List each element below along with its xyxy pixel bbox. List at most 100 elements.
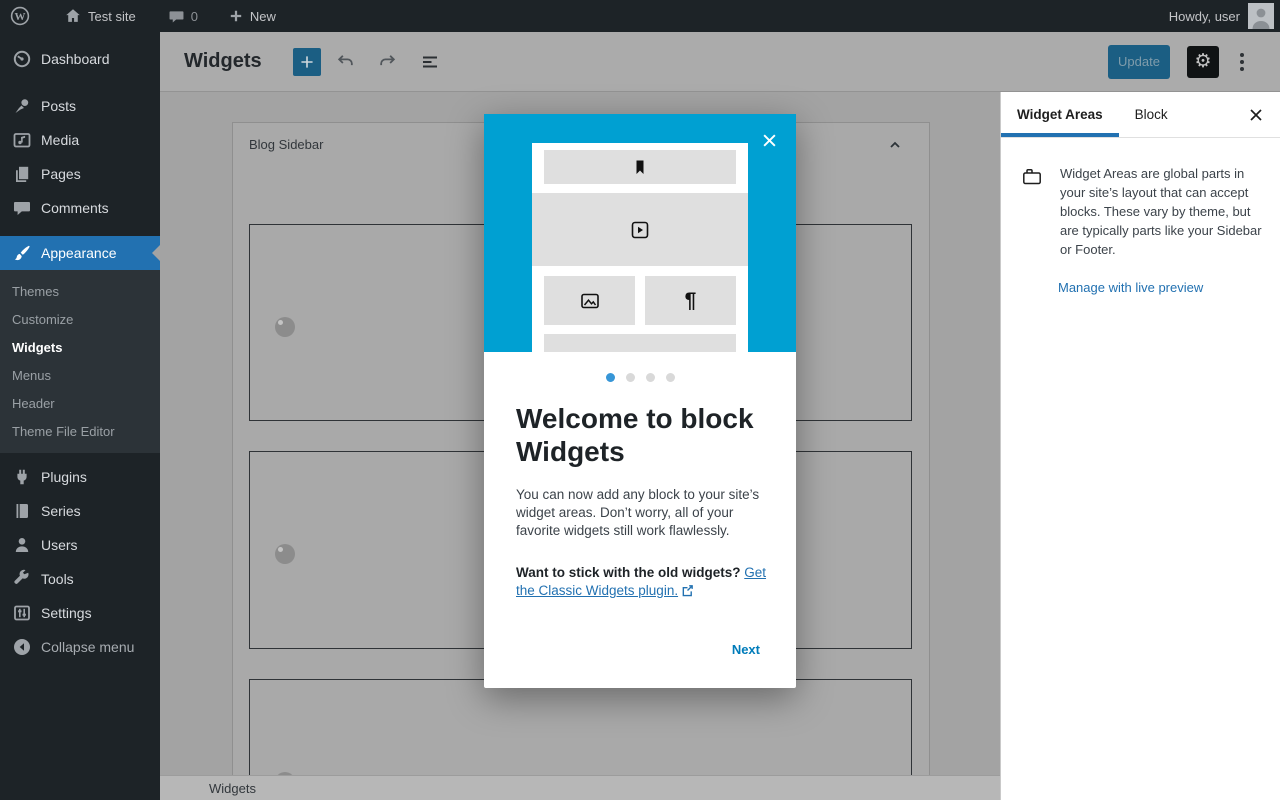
- page-control-dots: [484, 373, 796, 382]
- submenu-item-menus[interactable]: Menus: [0, 361, 160, 389]
- sidebar-item-label: Comments: [41, 200, 109, 216]
- sidebar-item-series[interactable]: Series: [0, 494, 160, 528]
- new-menu[interactable]: New: [218, 0, 286, 32]
- image-icon: [579, 290, 601, 312]
- page-title: Widgets: [184, 50, 262, 73]
- sidebar-item-label: Dashboard: [41, 51, 110, 67]
- submenu-item-theme-file-editor[interactable]: Theme File Editor: [0, 417, 160, 445]
- modal-question-text: Want to stick with the old widgets?: [516, 565, 741, 580]
- sidebar-item-label: Media: [41, 132, 79, 148]
- collapse-icon: [12, 637, 32, 657]
- admin-sidebar: Dashboard Posts Media Pages Comments App…: [0, 32, 160, 800]
- undo-button[interactable]: [329, 45, 363, 79]
- comments-count: 0: [191, 9, 198, 24]
- page-dot-1[interactable]: [606, 373, 615, 382]
- submenu-item-customize[interactable]: Customize: [0, 305, 160, 333]
- tab-block[interactable]: Block: [1119, 92, 1184, 137]
- sidebar-item-tools[interactable]: Tools: [0, 562, 160, 596]
- sidebar-item-appearance[interactable]: Appearance: [0, 236, 160, 270]
- sidebar-item-media[interactable]: Media: [0, 123, 160, 157]
- external-link-icon: [681, 584, 694, 602]
- wordpress-logo-menu[interactable]: W: [0, 0, 40, 32]
- sidebar-item-plugins[interactable]: Plugins: [0, 460, 160, 494]
- widget-area-icon: [1021, 166, 1043, 188]
- submenu-item-themes[interactable]: Themes: [0, 277, 160, 305]
- modal-question: Want to stick with the old widgets? Get …: [516, 564, 768, 602]
- undo-icon: [336, 52, 355, 71]
- loading-spinner: [275, 544, 295, 564]
- manage-live-preview-link[interactable]: Manage with live preview: [1058, 280, 1203, 295]
- redo-button[interactable]: [371, 45, 405, 79]
- site-link[interactable]: Test site: [54, 0, 146, 32]
- list-view-icon: [420, 52, 440, 72]
- sidebar-item-dashboard[interactable]: Dashboard: [0, 42, 160, 76]
- admin-bar: W Test site 0 New Howdy, user: [0, 0, 1280, 32]
- gear-icon: ⚙: [1194, 52, 1211, 71]
- media-icon: [12, 130, 32, 150]
- sidebar-item-comments[interactable]: Comments: [0, 191, 160, 225]
- sidebar-item-label: Posts: [41, 98, 76, 114]
- howdy-text: Howdy, user: [1169, 9, 1240, 24]
- comments-icon: [12, 198, 32, 218]
- sidebar-item-posts[interactable]: Posts: [0, 89, 160, 123]
- submenu-item-header[interactable]: Header: [0, 389, 160, 417]
- add-block-button[interactable]: [293, 48, 321, 76]
- brush-icon: [12, 243, 32, 263]
- collapse-widget-area-button[interactable]: [883, 133, 907, 157]
- site-name: Test site: [88, 9, 136, 24]
- svg-text:W: W: [15, 11, 26, 23]
- bookmark-icon: [630, 157, 650, 177]
- wordpress-widgets-screen: W Test site 0 New Howdy, user: [0, 0, 1280, 800]
- widget-area-title: Blog Sidebar: [249, 137, 323, 152]
- sidebar-item-label: Users: [41, 537, 78, 553]
- comment-bubble-icon: [168, 8, 185, 25]
- settings-icon: [12, 603, 32, 623]
- page-dot-3[interactable]: [646, 373, 655, 382]
- options-menu-button[interactable]: [1236, 49, 1248, 75]
- page-dot-2[interactable]: [626, 373, 635, 382]
- tab-widget-areas[interactable]: Widget Areas: [1001, 92, 1119, 137]
- illustration-block: [532, 193, 748, 266]
- editor-header: Widgets Update ⚙: [160, 32, 1280, 92]
- submenu-item-widgets[interactable]: Widgets: [0, 333, 160, 361]
- settings-toggle-button[interactable]: ⚙: [1187, 46, 1219, 78]
- close-settings-button[interactable]: [1244, 103, 1268, 127]
- dashboard-icon: [12, 49, 32, 69]
- comments-link[interactable]: 0: [158, 0, 208, 32]
- sidebar-item-label: Collapse menu: [41, 639, 134, 655]
- illustration-block: [544, 334, 736, 352]
- close-modal-button[interactable]: [760, 131, 778, 149]
- close-icon: [762, 133, 777, 148]
- sidebar-item-settings[interactable]: Settings: [0, 596, 160, 630]
- sidebar-item-label: Settings: [41, 605, 92, 621]
- paragraph-icon: ¶: [685, 290, 697, 311]
- sidebar-item-collapse-menu[interactable]: Collapse menu: [0, 630, 160, 664]
- modal-body-text: You can now add any block to your site’s…: [516, 486, 768, 540]
- video-icon: [629, 219, 651, 241]
- sidebar-item-pages[interactable]: Pages: [0, 157, 160, 191]
- sidebar-item-label: Plugins: [41, 469, 87, 485]
- loading-spinner: [275, 317, 295, 337]
- illustration-block: [544, 150, 736, 184]
- home-icon: [64, 7, 82, 25]
- breadcrumb[interactable]: Widgets: [209, 781, 256, 796]
- wordpress-logo-icon: W: [10, 6, 30, 26]
- illustration-block: ¶: [645, 276, 736, 325]
- sidebar-item-label: Appearance: [41, 245, 117, 261]
- pages-icon: [12, 164, 32, 184]
- page-dot-4[interactable]: [666, 373, 675, 382]
- sidebar-item-label: Tools: [41, 571, 74, 587]
- sidebar-item-users[interactable]: Users: [0, 528, 160, 562]
- sidebar-item-label: Pages: [41, 166, 81, 182]
- book-icon: [12, 501, 32, 521]
- next-button[interactable]: Next: [732, 642, 760, 657]
- illustration-canvas: ¶: [532, 143, 748, 352]
- settings-sidebar: Widget Areas Block Widget Areas are glob…: [1000, 92, 1280, 800]
- update-button[interactable]: Update: [1108, 45, 1170, 79]
- settings-tabs: Widget Areas Block: [1001, 92, 1280, 138]
- chevron-up-icon: [887, 137, 903, 153]
- modal-title: Welcome to block Widgets: [516, 402, 768, 468]
- block-placeholder[interactable]: [249, 679, 912, 775]
- account-menu[interactable]: Howdy, user: [1169, 3, 1280, 29]
- list-view-button[interactable]: [413, 45, 447, 79]
